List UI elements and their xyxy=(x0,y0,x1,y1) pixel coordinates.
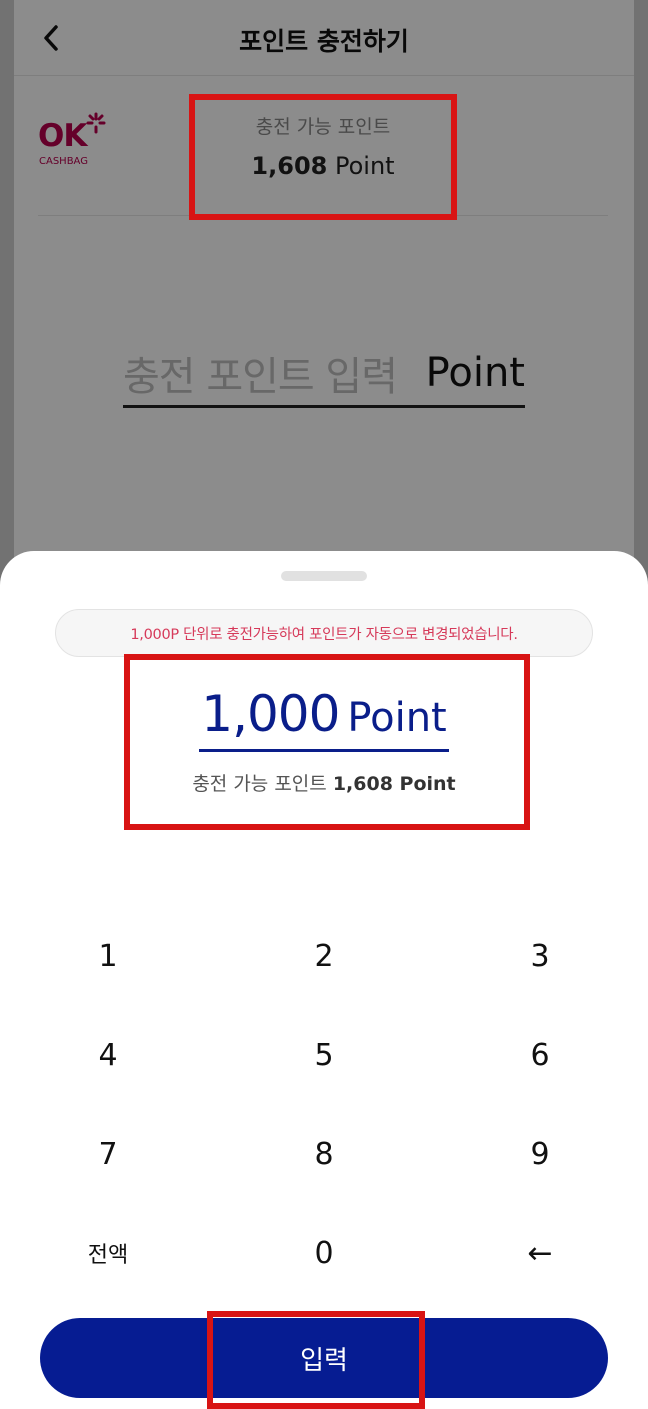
key-9[interactable]: 9 xyxy=(460,1114,620,1194)
key-2[interactable]: 2 xyxy=(244,916,404,996)
key-all-amount[interactable]: 전액 xyxy=(28,1213,188,1293)
key-7[interactable]: 7 xyxy=(28,1114,188,1194)
key-8[interactable]: 8 xyxy=(244,1114,404,1194)
highlight-box-submit xyxy=(207,1311,425,1409)
highlight-box-amount xyxy=(124,654,530,830)
key-3[interactable]: 3 xyxy=(460,916,620,996)
backspace-icon: ← xyxy=(527,1235,553,1271)
key-1[interactable]: 1 xyxy=(28,916,188,996)
key-6[interactable]: 6 xyxy=(460,1015,620,1095)
sheet-drag-handle[interactable] xyxy=(281,571,367,581)
key-5[interactable]: 5 xyxy=(244,1015,404,1095)
highlight-box-available xyxy=(189,94,457,220)
key-0[interactable]: 0 xyxy=(244,1213,404,1293)
auto-adjust-notice: 1,000P 단위로 충전가능하여 포인트가 자동으로 변경되었습니다. xyxy=(55,609,593,657)
key-4[interactable]: 4 xyxy=(28,1015,188,1095)
backspace-key[interactable]: ← xyxy=(460,1213,620,1293)
